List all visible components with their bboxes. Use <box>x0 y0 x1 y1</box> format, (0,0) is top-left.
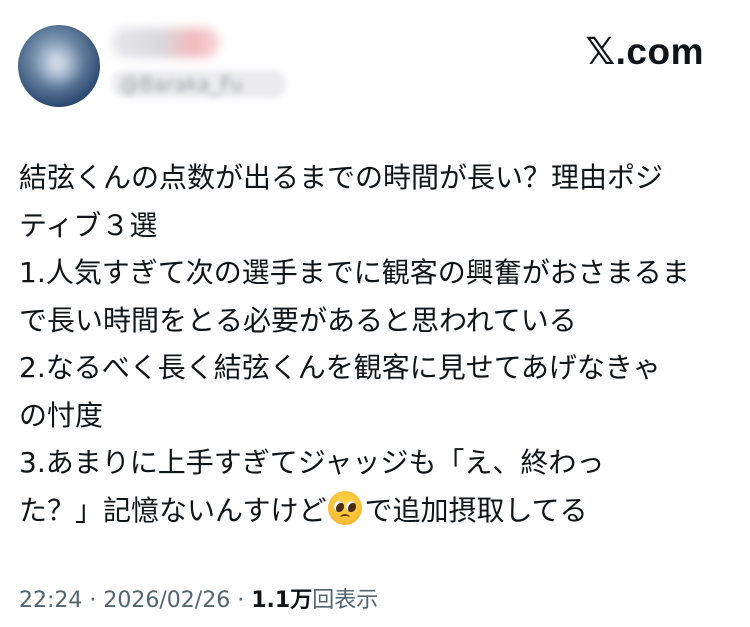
post-text-before-emoji: た？」記憶ないんすけど <box>19 493 327 527</box>
post-line: で長い時間をとる必要があると思われている <box>19 303 577 337</box>
post-line: 1.人気すぎて次の選手までに観客の興奮がおさまるま <box>19 256 690 289</box>
post-line-last: た？」記憶ないんすけど で追加摂取してる <box>19 487 734 535</box>
pleading-face-emoji-icon <box>328 490 363 525</box>
views-label: 回表示 <box>312 588 379 613</box>
post-text: 結弦くんの点数が出るまでの時間が長い？理由ポジ ティブ３選 1.人気すぎて次の選… <box>19 154 734 534</box>
x-com-logo: 𝕏.com <box>585 31 704 72</box>
post-date[interactable]: 2026/02/26 <box>103 588 230 613</box>
post-meta: 22:24 · 2026/02/26 · 1.1万回表示 <box>19 586 378 616</box>
post-line: 3.あまりに上手すぎてジャッジも「え、終わっ <box>19 446 605 479</box>
post-line: ティブ３選 <box>19 208 158 242</box>
display-name-redacted[interactable] <box>112 28 220 58</box>
meta-separator: · <box>89 588 97 613</box>
post-time[interactable]: 22:24 <box>19 588 82 613</box>
post-line: の忖度 <box>19 398 104 432</box>
post-line: 2.なるべく長く結弦くんを観客に見せてあげなきゃ <box>19 351 661 384</box>
post-text-after-emoji: で追加摂取してる <box>364 493 588 527</box>
avatar[interactable] <box>18 25 100 107</box>
user-handle-redacted[interactable]: @Baraka_Fu <box>112 70 286 98</box>
views-count: 1.1万 <box>251 588 313 613</box>
post-line: 結弦くんの点数が出るまでの時間が長い？理由ポジ <box>19 161 664 194</box>
meta-separator: · <box>237 588 245 613</box>
